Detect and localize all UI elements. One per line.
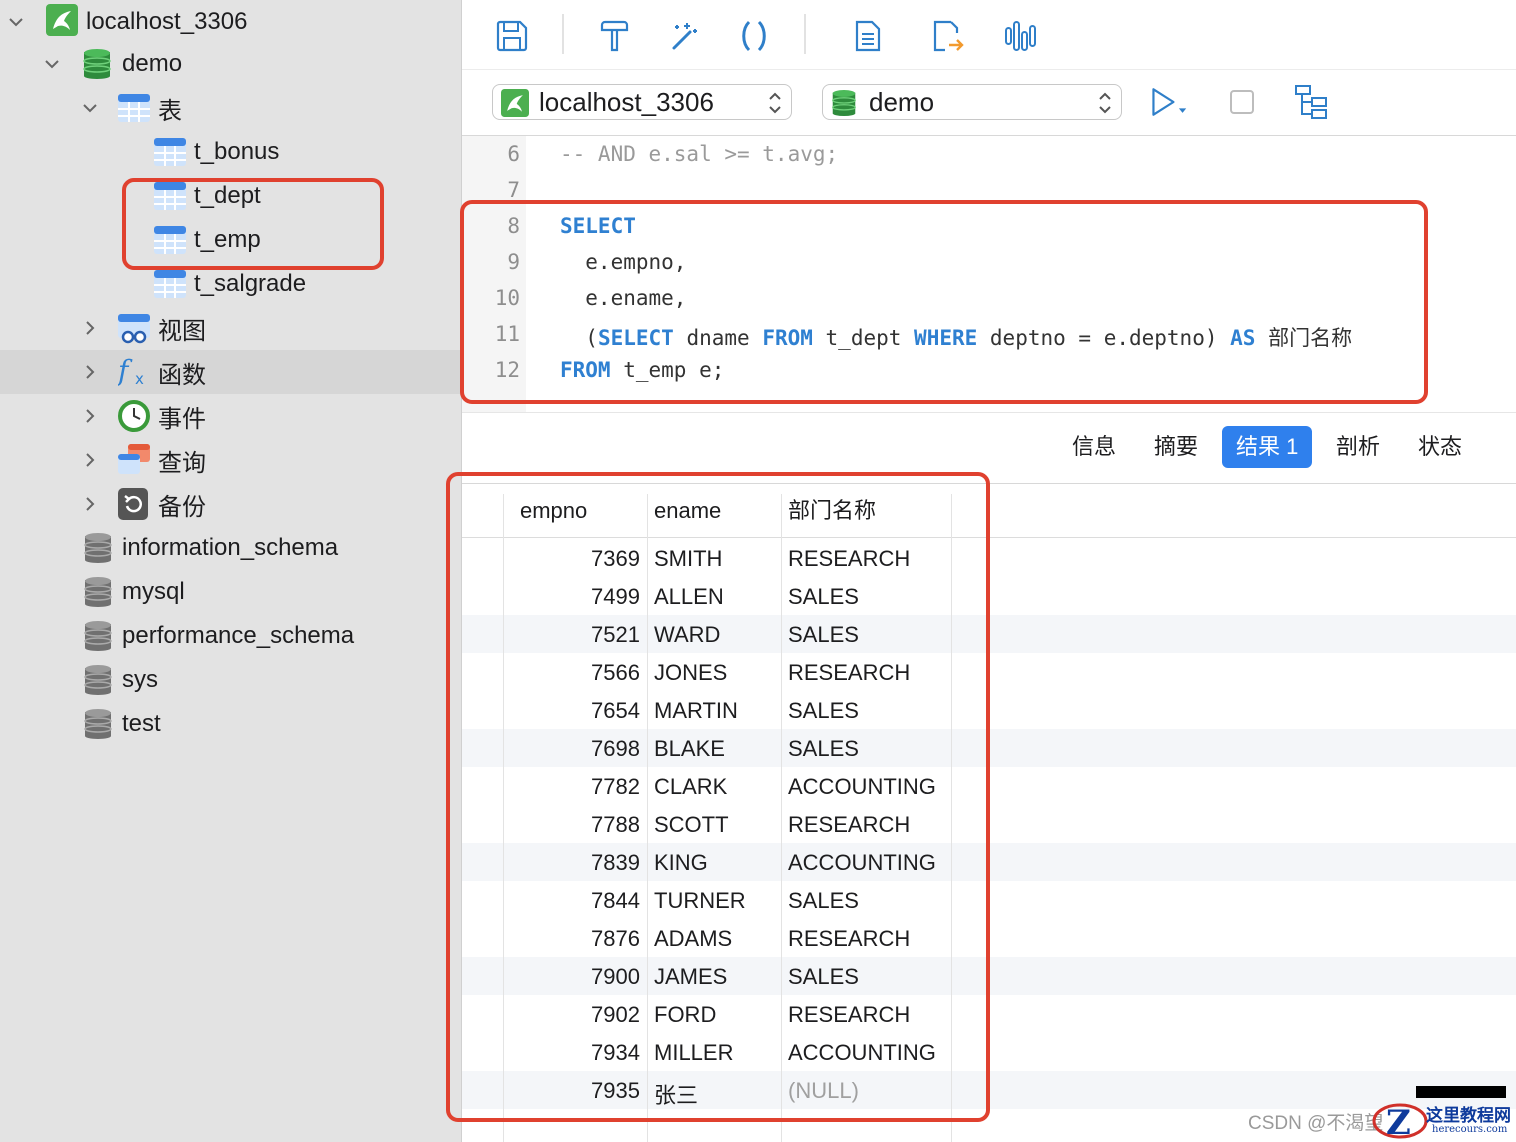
- magic-wand-icon[interactable]: [664, 16, 704, 56]
- svg-text:Z: Z: [1386, 1103, 1411, 1142]
- logo-emblem-icon: Z: [1372, 1103, 1428, 1142]
- tree-label: test: [122, 710, 161, 737]
- tree-item-backups-folder[interactable]: 备份: [0, 482, 461, 526]
- table-icon: [154, 136, 186, 168]
- tab-result-1[interactable]: 结果 1: [1222, 426, 1313, 468]
- tree-item-table-t_bonus[interactable]: t_bonus: [0, 130, 461, 174]
- chevron-right-icon[interactable]: [80, 406, 100, 426]
- save-icon[interactable]: [492, 16, 532, 56]
- database-grey-icon: [84, 532, 116, 564]
- backup-icon: [118, 488, 150, 520]
- explain-chart-icon[interactable]: [1000, 16, 1040, 56]
- logo-subtitle: herecours.com: [1432, 1124, 1508, 1135]
- navigator-sidebar: localhost_3306 demo 表 t_bonus t_dept t_e…: [0, 0, 462, 1142]
- tree-label: 查询: [158, 449, 206, 477]
- tab-status[interactable]: 状态: [1404, 426, 1476, 468]
- chevron-right-icon[interactable]: [80, 318, 100, 338]
- tree-item-queries-folder[interactable]: 查询: [0, 438, 461, 482]
- tree-item-views-folder[interactable]: 视图: [0, 306, 461, 350]
- tab-info[interactable]: 信息: [1058, 426, 1130, 468]
- annotation-box-results: [446, 472, 990, 1122]
- tree-label: t_salgrade: [194, 270, 307, 297]
- tree-label: localhost_3306: [86, 8, 248, 35]
- watermark-text: CSDN @不渴望: [1248, 1113, 1384, 1134]
- tree-item-events-folder[interactable]: 事件: [0, 394, 461, 438]
- connection-select-bar: localhost_3306 demo: [462, 70, 1516, 136]
- connection-select[interactable]: localhost_3306: [492, 84, 792, 120]
- explain-tree-icon[interactable]: [1292, 82, 1332, 122]
- views-folder-icon: [118, 312, 150, 344]
- logo-title: 这里教程网: [1426, 1106, 1511, 1126]
- export-icon[interactable]: [928, 16, 968, 56]
- database-grey-icon: [84, 664, 116, 696]
- run-play-icon[interactable]: [1148, 82, 1188, 122]
- tree-label: 函数: [158, 361, 206, 389]
- tree-label: 表: [158, 97, 182, 125]
- stop-icon[interactable]: [1222, 82, 1262, 122]
- annotation-box-sql: [460, 200, 1428, 404]
- tree-label: performance_schema: [122, 622, 355, 649]
- tree-label: information_schema: [122, 534, 339, 561]
- svg-text:x: x: [135, 370, 144, 388]
- tree-item-database-test[interactable]: test: [0, 702, 461, 746]
- format-hammer-icon[interactable]: [594, 16, 634, 56]
- database-grey-icon: [84, 708, 116, 740]
- tables-folder-icon: [118, 92, 150, 124]
- line-number: 6: [507, 142, 520, 166]
- tree-label: demo: [122, 50, 183, 77]
- chevron-right-icon[interactable]: [80, 450, 100, 470]
- annotation-box-tables: [122, 178, 384, 270]
- chevron-right-icon[interactable]: [80, 494, 100, 514]
- mysql-connection-icon: [46, 4, 78, 36]
- parentheses-icon[interactable]: [734, 16, 774, 56]
- updown-chevron-icon: [767, 90, 783, 116]
- database-grey-icon: [84, 620, 116, 652]
- tree-label: sys: [122, 666, 158, 693]
- tree-label: t_bonus: [194, 138, 280, 165]
- connection-select-value: localhost_3306: [539, 87, 714, 117]
- table-icon: [154, 268, 186, 300]
- updown-chevron-icon: [1097, 90, 1113, 116]
- toolbar-separator: [804, 14, 806, 54]
- toolbar-separator: [562, 14, 564, 54]
- tree-item-functions-folder[interactable]: fx 函数: [0, 350, 461, 394]
- chevron-down-icon[interactable]: [6, 12, 26, 32]
- database-icon: [831, 89, 859, 117]
- tree-item-database-sys[interactable]: sys: [0, 658, 461, 702]
- tree-item-tables-folder[interactable]: 表: [0, 86, 461, 130]
- chevron-down-icon[interactable]: [42, 54, 62, 74]
- tree-item-connection[interactable]: localhost_3306: [0, 0, 461, 44]
- database-select[interactable]: demo: [822, 84, 1122, 120]
- line-number: 7: [507, 178, 520, 202]
- tree-label: mysql: [122, 578, 185, 605]
- editor-toolbar: [462, 0, 1516, 70]
- tree-item-database-demo[interactable]: demo: [0, 42, 461, 86]
- tree-item-database-mysql[interactable]: mysql: [0, 570, 461, 614]
- chevron-down-icon[interactable]: [80, 98, 100, 118]
- logo-bar: [1416, 1086, 1506, 1098]
- tree-item-database-performance_schema[interactable]: performance_schema: [0, 614, 461, 658]
- tab-summary[interactable]: 摘要: [1140, 426, 1212, 468]
- chevron-right-icon[interactable]: [80, 362, 100, 382]
- event-clock-icon: [118, 400, 150, 432]
- tree-label: 备份: [158, 493, 206, 521]
- tree-label: 事件: [158, 405, 206, 433]
- tree-item-database-information_schema[interactable]: information_schema: [0, 526, 461, 570]
- tree-label: 视图: [158, 317, 206, 345]
- tab-profile[interactable]: 剖析: [1322, 426, 1394, 468]
- document-icon[interactable]: [848, 16, 888, 56]
- mysql-connection-icon: [501, 89, 529, 117]
- function-icon: fx: [116, 354, 150, 388]
- svg-text:f: f: [118, 354, 133, 387]
- query-icon: [118, 444, 150, 476]
- database-grey-icon: [84, 576, 116, 608]
- database-icon: [82, 48, 114, 80]
- query-editor-panel: localhost_3306 demo 6 7 8 9 10 11 12 -- …: [446, 0, 1516, 1142]
- database-select-value: demo: [869, 87, 935, 117]
- code-line: -- AND e.sal >= t.avg;: [560, 142, 839, 166]
